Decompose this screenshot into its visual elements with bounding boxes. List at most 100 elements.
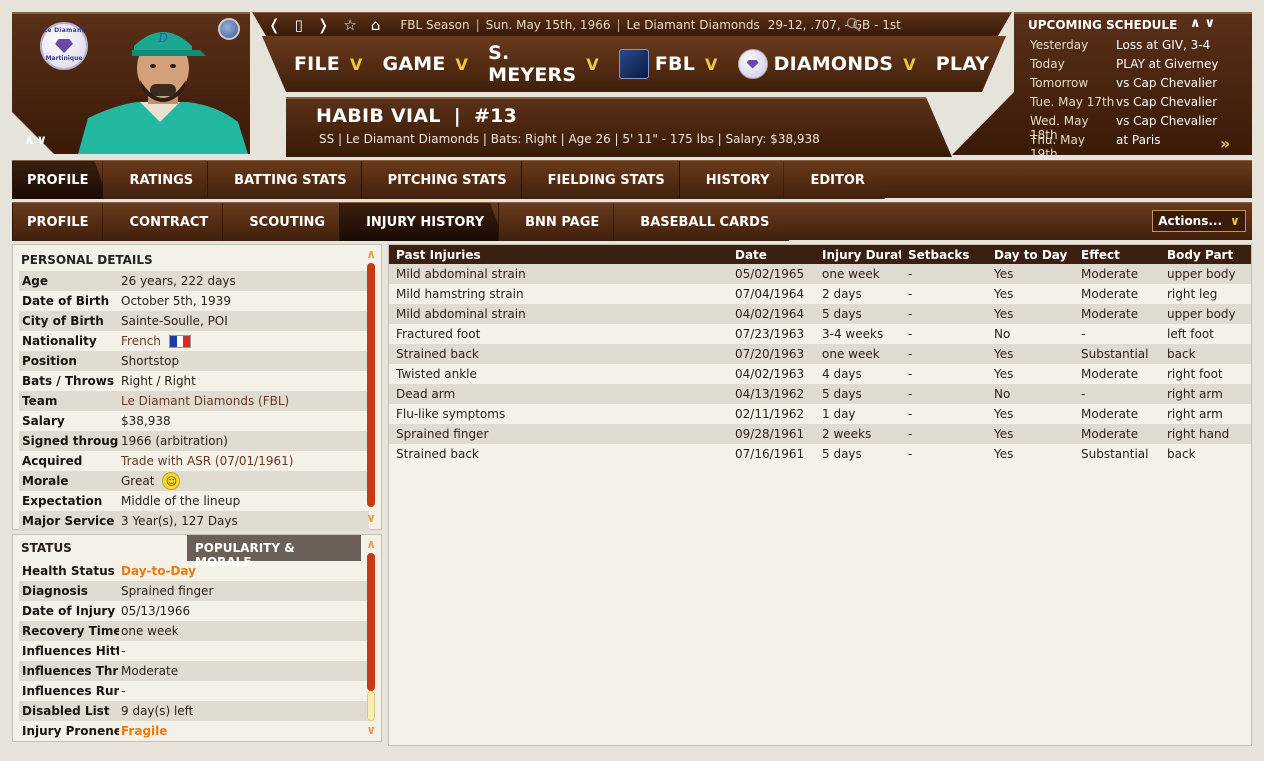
schedule-row[interactable]: Yesterday Loss at GIV, 3-4 bbox=[1030, 38, 1210, 52]
forward-icon[interactable]: ❭ bbox=[317, 16, 330, 34]
subtab-profile[interactable]: PROFILE bbox=[12, 203, 108, 241]
table-cell: Moderate bbox=[1081, 287, 1139, 301]
table-row[interactable]: Sprained finger 09/28/1961 2 weeks - Yes Mode… bbox=[389, 424, 1251, 444]
table-cell: right leg bbox=[1167, 287, 1218, 301]
svg-text:D: D bbox=[157, 31, 168, 45]
menu-manager[interactable]: S. MEYERS V bbox=[488, 42, 599, 86]
menu-game[interactable]: GAME V bbox=[383, 53, 469, 75]
league-badge-icon[interactable] bbox=[218, 18, 240, 40]
subtab-injury-history[interactable]: INJURY HISTORY bbox=[339, 203, 504, 241]
table-cell: No bbox=[994, 327, 1011, 341]
table-cell: Strained back bbox=[396, 347, 479, 361]
subtab-baseball-cards[interactable]: BASEBALL CARDS bbox=[613, 203, 789, 241]
table-cell: Moderate bbox=[1081, 427, 1139, 441]
header-past-injuries[interactable]: Past Injuries bbox=[389, 248, 728, 262]
table-cell: - bbox=[1081, 387, 1086, 401]
scroll-up-icon[interactable]: ∧ bbox=[366, 247, 376, 261]
header-day-to-day[interactable]: Day to Day bbox=[987, 248, 1074, 262]
table-cell: upper body bbox=[1167, 307, 1236, 321]
actions-dropdown[interactable]: Actions... ∨ bbox=[1152, 210, 1246, 232]
schedule-row[interactable]: Tue. May 17th vs Cap Chevalier bbox=[1030, 95, 1217, 109]
tab-pitching-stats[interactable]: PITCHING STATS bbox=[361, 161, 527, 199]
menu-team[interactable]: DIAMONDS V bbox=[737, 49, 916, 79]
schedule-row[interactable]: Tomorrow vs Cap Chevalier bbox=[1030, 76, 1217, 90]
secondary-tabs: PROFILE CONTRACT SCOUTING INJURY HISTORY… bbox=[12, 202, 1252, 240]
table-row[interactable]: Mild hamstring strain 07/04/1964 2 days - Ye… bbox=[389, 284, 1251, 304]
nationality-link[interactable]: French bbox=[119, 334, 161, 348]
subtab-contract[interactable]: CONTRACT bbox=[102, 203, 228, 241]
table-row[interactable]: Mild abdominal strain 04/02/1964 5 days - Ye… bbox=[389, 304, 1251, 324]
header-body-part[interactable]: Body Part bbox=[1160, 248, 1250, 262]
tab-status[interactable]: STATUS bbox=[13, 535, 187, 561]
subtab-bnn-page[interactable]: BNN PAGE bbox=[498, 203, 619, 241]
table-cell: one week bbox=[822, 267, 880, 281]
schedule-row[interactable]: Today PLAY at Giverney bbox=[1030, 57, 1218, 71]
team-link[interactable]: Le Diamant Diamonds (FBL) bbox=[119, 394, 289, 408]
tab-profile[interactable]: PROFILE bbox=[12, 161, 108, 199]
star-icon[interactable]: ☆ bbox=[343, 16, 356, 34]
table-cell: Yes bbox=[994, 347, 1014, 361]
table-cell: right hand bbox=[1167, 427, 1230, 441]
table-cell: Mild hamstring strain bbox=[396, 287, 524, 301]
status-row-running: Influences Running- bbox=[19, 681, 369, 701]
tab-history[interactable]: HISTORY bbox=[679, 161, 790, 199]
table-cell: Substantial bbox=[1081, 347, 1149, 361]
detail-row-nationality: Nationality French bbox=[19, 331, 369, 351]
table-row[interactable]: Twisted ankle 04/02/1963 4 days - Yes Moderat… bbox=[389, 364, 1251, 384]
menu-league[interactable]: FBL V bbox=[618, 49, 718, 79]
table-cell: 3-4 weeks bbox=[822, 327, 884, 341]
table-cell: - bbox=[908, 327, 913, 341]
player-cycle-arrows[interactable]: ∧∨ bbox=[24, 133, 49, 148]
table-row[interactable]: Mild abdominal strain 05/02/1965 one week -… bbox=[389, 264, 1251, 284]
table-cell: 07/04/1964 bbox=[735, 287, 805, 301]
tab-editor[interactable]: EDITOR bbox=[783, 161, 884, 199]
personal-scrollbar[interactable] bbox=[367, 263, 375, 507]
table-cell: Strained back bbox=[396, 447, 479, 461]
header-date[interactable]: Date bbox=[728, 248, 815, 262]
tab-ratings[interactable]: RATINGS bbox=[102, 161, 213, 199]
tab-popularity-morale[interactable]: POPULARITY & MORALE bbox=[187, 535, 361, 569]
scroll-down-icon[interactable]: ∨ bbox=[366, 511, 376, 525]
season-label: FBL Season bbox=[400, 17, 470, 32]
detail-row-expectation: Expectation Middle of the lineup bbox=[22, 494, 241, 508]
menu-file[interactable]: FILE V bbox=[294, 53, 363, 75]
player-info-bar: HABIB VIAL | #13 SS | Le Diamant Diamond… bbox=[286, 97, 952, 157]
table-cell: Yes bbox=[994, 287, 1014, 301]
back-icon[interactable]: ❬ bbox=[268, 16, 281, 34]
table-cell: - bbox=[908, 367, 913, 381]
table-cell: - bbox=[908, 347, 913, 361]
table-row[interactable]: Strained back 07/20/1963 one week - Yes Subst… bbox=[389, 344, 1251, 364]
chevron-down-icon: V bbox=[586, 54, 599, 74]
table-cell: - bbox=[908, 307, 913, 321]
header-setbacks[interactable]: Setbacks bbox=[901, 248, 987, 262]
home-icon[interactable]: ⌂ bbox=[371, 16, 381, 34]
personal-details-panel: PERSONAL DETAILS Age 26 years, 222 days D… bbox=[12, 244, 382, 531]
status-row-diagnosis: Diagnosis Sprained finger bbox=[19, 581, 369, 601]
tab-fielding-stats[interactable]: FIELDING STATS bbox=[521, 161, 685, 199]
schedule-more-icon[interactable]: » bbox=[1220, 134, 1230, 153]
menu-play[interactable]: PLAY V bbox=[936, 53, 1006, 75]
header-duration[interactable]: Injury Duration bbox=[815, 248, 901, 262]
subtab-scouting[interactable]: SCOUTING bbox=[222, 203, 345, 241]
scroll-up-icon[interactable]: ∧ bbox=[366, 537, 376, 551]
status-scrollbar[interactable] bbox=[367, 553, 375, 721]
header-effect[interactable]: Effect bbox=[1074, 248, 1160, 262]
actions-label: Actions... bbox=[1158, 214, 1223, 228]
schedule-row[interactable]: Thu. May 19th at Paris bbox=[1030, 133, 1160, 155]
table-row[interactable]: Dead arm 04/13/1962 5 days - No - right arm bbox=[389, 384, 1251, 404]
detail-row-acquired: Acquired Trade with ASR (07/01/1961) bbox=[22, 454, 294, 468]
schedule-scroll-arrows[interactable]: ∧∨ bbox=[1190, 16, 1219, 31]
status-row-proneness: Injury PronenessFragile bbox=[19, 721, 369, 741]
trade-link[interactable]: Trade with ASR (07/01/1961) bbox=[119, 454, 293, 468]
table-cell: Flu-like symptoms bbox=[396, 407, 506, 421]
page-icon[interactable]: ▯ bbox=[295, 16, 303, 34]
table-row[interactable]: Strained back 07/16/1961 5 days - Yes Substan… bbox=[389, 444, 1251, 464]
tab-batting-stats[interactable]: BATTING STATS bbox=[207, 161, 366, 199]
table-cell: - bbox=[908, 267, 913, 281]
status-row-disabled: Disabled List 9 day(s) left bbox=[19, 701, 369, 721]
table-row[interactable]: Flu-like symptoms 02/11/1962 1 day - Yes Mode… bbox=[389, 404, 1251, 424]
search-icon[interactable] bbox=[846, 17, 862, 33]
scroll-down-icon[interactable]: ∨ bbox=[366, 723, 376, 737]
table-cell: right foot bbox=[1167, 367, 1223, 381]
table-row[interactable]: Fractured foot 07/23/1963 3-4 weeks - No - lef… bbox=[389, 324, 1251, 344]
